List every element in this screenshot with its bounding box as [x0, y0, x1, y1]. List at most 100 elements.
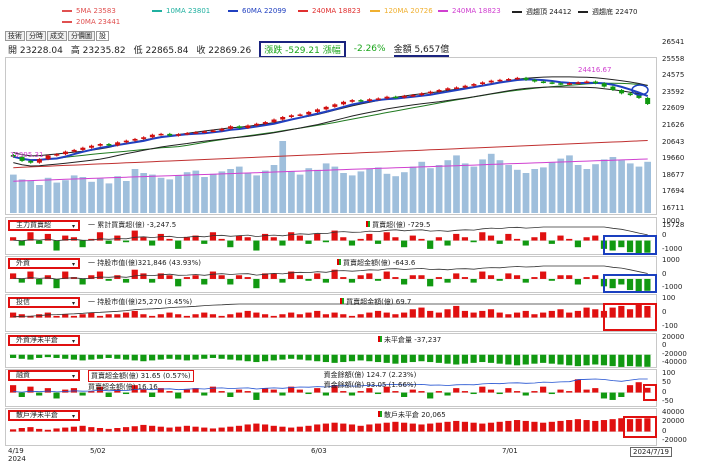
subpanel-bar: [340, 277, 347, 279]
subpanel-bar: [470, 312, 477, 318]
subpanel-bar: [566, 420, 573, 432]
subpanel-tick-label: 0: [662, 231, 667, 239]
subpanel-bar: [583, 420, 590, 432]
volume-bar: [183, 172, 191, 213]
volume-bar: [253, 175, 260, 213]
volume-bar: [36, 185, 43, 213]
subpanel-bar: [444, 354, 451, 364]
subpanel-bar: [626, 354, 634, 367]
subpanel-bar: [235, 354, 243, 361]
subpanel-tick-label: 100: [662, 369, 676, 377]
subpanel-bar: [227, 240, 234, 248]
subpanel-bar: [522, 240, 529, 246]
subpanel-bar: [279, 426, 286, 432]
subpanel-bar: [53, 278, 60, 289]
volume-bar: [418, 161, 426, 213]
subpanel-bar: [592, 354, 599, 365]
candle-body: [36, 159, 42, 163]
volume-bar: [166, 179, 174, 213]
subpanel-bar: [53, 315, 60, 318]
subpanel-bar: [418, 424, 425, 432]
subpanel-bar: [383, 312, 390, 318]
volume-bar: [609, 157, 617, 213]
subpanel-bar: [218, 315, 225, 318]
select-main-force[interactable]: 主力買賣超 ▾: [8, 219, 80, 231]
subpanel-bar: [366, 312, 373, 318]
subpanel-4-item-0: 買賣超金額(億) 31.65 (0.57%): [88, 370, 194, 382]
subpanel-bar: [244, 277, 251, 279]
subpanel-1-item-0: 一 持股市值(億)321,846 (43.93%): [88, 259, 202, 267]
subpanel-bar: [479, 354, 486, 363]
subpanel-bar: [53, 354, 60, 358]
subpanel-bar: [366, 424, 373, 432]
subpanel-bar: [600, 420, 608, 432]
subpanel-bar: [288, 312, 295, 318]
price-tick-label: 16711: [662, 204, 685, 212]
chevron-down-icon: ▾: [71, 260, 75, 268]
select-retail-oi[interactable]: 散戶淨未平倉 ▾: [8, 409, 80, 421]
volume-bar: [122, 181, 130, 213]
candle-body: [384, 96, 390, 99]
subpanel-bar: [548, 421, 555, 432]
chevron-down-icon: ▾: [71, 412, 75, 420]
subpanel-bar: [175, 354, 182, 360]
volume-bar: [626, 163, 634, 213]
candle-body: [436, 89, 442, 92]
subpanel-bar: [305, 240, 312, 244]
subpanel-bar: [531, 314, 538, 318]
subpanel-bar: [305, 312, 312, 318]
subpanel-bar: [244, 237, 251, 241]
candle-body: [566, 83, 572, 85]
subpanel-bar: [183, 425, 190, 432]
subpanel-bar: [401, 312, 408, 318]
subpanel-bar: [409, 354, 416, 363]
subpanel-bar: [201, 278, 208, 285]
subpanel-bar: [453, 354, 460, 365]
candle-body: [62, 151, 68, 155]
volume-bar: [592, 164, 599, 213]
subpanel-bar: [157, 354, 164, 360]
subpanel-bar: [131, 310, 138, 318]
subpanel-bar: [96, 315, 104, 318]
subpanel-bar: [149, 392, 156, 397]
subpanel-bar: [296, 354, 303, 360]
subpanel-bar: [270, 315, 277, 318]
subpanel-bar: [444, 392, 451, 396]
subpanel-bar: [157, 273, 164, 279]
subpanel-bar: [261, 233, 269, 241]
subpanel-bar: [461, 310, 469, 318]
subpanel-bar: [288, 232, 295, 241]
candle-body: [332, 104, 338, 107]
subpanel-bar: [53, 240, 60, 251]
volume-bar: [479, 159, 486, 213]
subpanel-bar: [470, 278, 477, 283]
subpanel-bar: [122, 427, 130, 432]
volume-bar: [487, 153, 495, 213]
candle-body: [141, 137, 147, 139]
subpanel-bar: [209, 354, 217, 358]
x-label-end: 2024/7/19: [630, 447, 672, 457]
candle-body: [123, 140, 129, 143]
candle-body: [28, 160, 34, 163]
subpanel-bar: [305, 278, 312, 281]
subpanel-bar: [183, 237, 190, 241]
subpanel-bar: [479, 386, 486, 393]
subpanel-bar: [218, 238, 225, 241]
subpanel-bar: [566, 391, 573, 393]
select-foreign[interactable]: 外資 ▾: [8, 257, 80, 269]
margin-left-items: 買賣超金額(億) 31.65 (0.57%) 買賣超金額(億) 16.16: [88, 370, 194, 392]
volume-bar: [340, 173, 347, 213]
subpanel-bar: [566, 238, 573, 241]
volume-bar: [635, 166, 643, 213]
volume-bar: [496, 160, 504, 213]
candle-body: [367, 99, 373, 101]
select-foreign-oi[interactable]: 外資淨未平倉 ▾: [8, 334, 80, 346]
select-margin[interactable]: 融資 ▾: [8, 370, 80, 381]
select-trust[interactable]: 投信 ▾: [8, 296, 80, 308]
subpanel-bar: [461, 391, 469, 393]
subpanel-header-4: 融資 ▾ 買賣超金額(億) 31.65 (0.57%) 買賣超金額(億) 16.1…: [8, 370, 416, 392]
subpanel-header-3: 外資淨未平倉 ▾ 未平倉量 -37,237: [8, 334, 471, 346]
subpanel-bar: [348, 278, 356, 283]
subpanel-bar: [331, 312, 338, 318]
price-tick-label: 17694: [662, 187, 685, 196]
